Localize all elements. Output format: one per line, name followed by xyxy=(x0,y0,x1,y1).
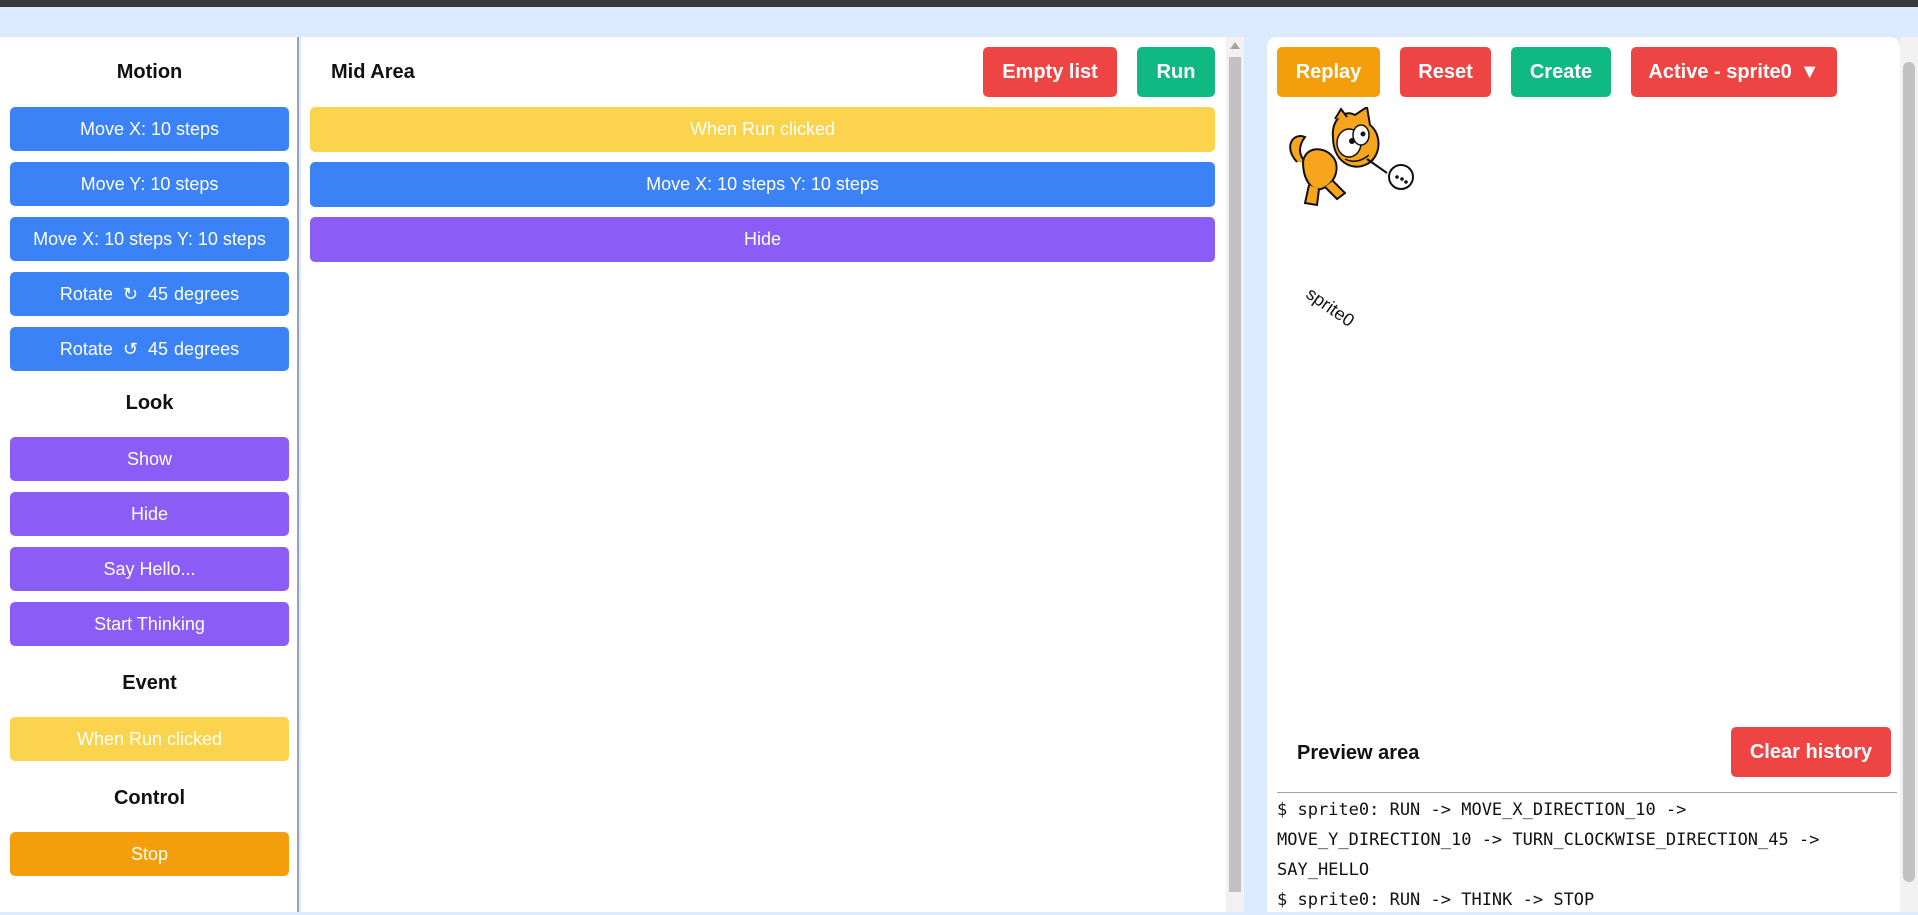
look-title: Look xyxy=(125,392,174,414)
active-sprite-label: Active - sprite0 xyxy=(1648,60,1792,83)
motion-title: Motion xyxy=(116,61,183,83)
rotate-degrees-label: degrees xyxy=(174,338,240,359)
sprite-name-label: sprite0 xyxy=(1302,283,1359,331)
create-button[interactable]: Create xyxy=(1511,47,1611,97)
scrollbar-thumb[interactable] xyxy=(1229,57,1241,892)
script-block-when-run[interactable]: When Run clicked xyxy=(310,107,1215,152)
dropdown-arrow-icon: ▼ xyxy=(1799,60,1820,83)
block-palette-sidebar: Motion Move X: 10 steps Move Y: 10 steps… xyxy=(0,37,299,912)
script-block-hide[interactable]: Hide xyxy=(310,217,1215,262)
history-log: $ sprite0: RUN -> MOVE_X_DIRECTION_10 ->… xyxy=(1277,795,1897,915)
empty-list-button[interactable]: Empty list xyxy=(983,47,1117,97)
mid-area: Mid Area Empty list Run When Run clicked… xyxy=(301,37,1244,912)
sprite-stage: sprite0 xyxy=(1275,105,1875,707)
rotate-counterclockwise-icon: ↺ xyxy=(122,338,139,359)
hide-block[interactable]: Hide xyxy=(10,492,289,536)
preview-area-title: Preview area xyxy=(1297,742,1420,764)
rotate-counterclockwise-block[interactable]: Rotate ↺ 45 degrees xyxy=(10,327,289,371)
app-root: Motion Move X: 10 steps Move Y: 10 steps… xyxy=(0,37,1918,912)
rotate-clockwise-icon: ↻ xyxy=(122,283,139,304)
reset-button[interactable]: Reset xyxy=(1400,47,1491,97)
page-scrollbar[interactable] xyxy=(1900,37,1918,912)
mid-area-title: Mid Area xyxy=(331,61,415,83)
show-block[interactable]: Show xyxy=(10,437,289,481)
say-hello-block[interactable]: Say Hello... xyxy=(10,547,289,591)
run-button[interactable]: Run xyxy=(1137,47,1215,97)
rotate-clockwise-block[interactable]: Rotate ↻ 45 degrees xyxy=(10,272,289,316)
stop-block[interactable]: Stop xyxy=(10,832,289,876)
log-line: SAY_HELLO xyxy=(1277,860,1370,880)
preview-panel: Replay Reset Create Active - sprite0 ▼ s… xyxy=(1267,37,1900,912)
log-line: $ sprite0: RUN -> THINK -> STOP xyxy=(1277,890,1595,910)
script-block-move-xy[interactable]: Move X: 10 steps Y: 10 steps xyxy=(310,162,1215,207)
move-x-block[interactable]: Move X: 10 steps xyxy=(10,107,289,151)
clear-history-button[interactable]: Clear history xyxy=(1731,727,1891,777)
rotate-degrees-value: 45 xyxy=(148,338,169,359)
active-sprite-dropdown[interactable]: Active - sprite0 ▼ xyxy=(1631,47,1837,97)
rotate-label: Rotate xyxy=(59,283,113,304)
mid-area-scrollbar[interactable] xyxy=(1226,37,1244,912)
log-line: $ sprite0: RUN -> MOVE_X_DIRECTION_10 -> xyxy=(1277,800,1687,820)
replay-button[interactable]: Replay xyxy=(1277,47,1380,97)
move-y-block[interactable]: Move Y: 10 steps xyxy=(10,162,289,206)
log-divider xyxy=(1277,792,1897,793)
when-run-clicked-block[interactable]: When Run clicked xyxy=(10,717,289,761)
browser-top-bar xyxy=(0,0,1918,7)
log-line: MOVE_Y_DIRECTION_10 -> TURN_CLOCKWISE_DI… xyxy=(1277,830,1820,850)
rotate-degrees-label: degrees xyxy=(174,283,240,304)
control-title: Control xyxy=(113,787,186,809)
move-xy-block[interactable]: Move X: 10 steps Y: 10 steps xyxy=(10,217,289,261)
rotate-degrees-value: 45 xyxy=(148,283,169,304)
event-title: Event xyxy=(122,672,177,694)
cat-sprite-icon[interactable] xyxy=(1275,105,1475,257)
scrollbar-thumb[interactable] xyxy=(1903,62,1915,882)
rotate-label: Rotate xyxy=(59,338,113,359)
scroll-up-arrow-icon[interactable] xyxy=(1230,42,1240,49)
start-thinking-block[interactable]: Start Thinking xyxy=(10,602,289,646)
